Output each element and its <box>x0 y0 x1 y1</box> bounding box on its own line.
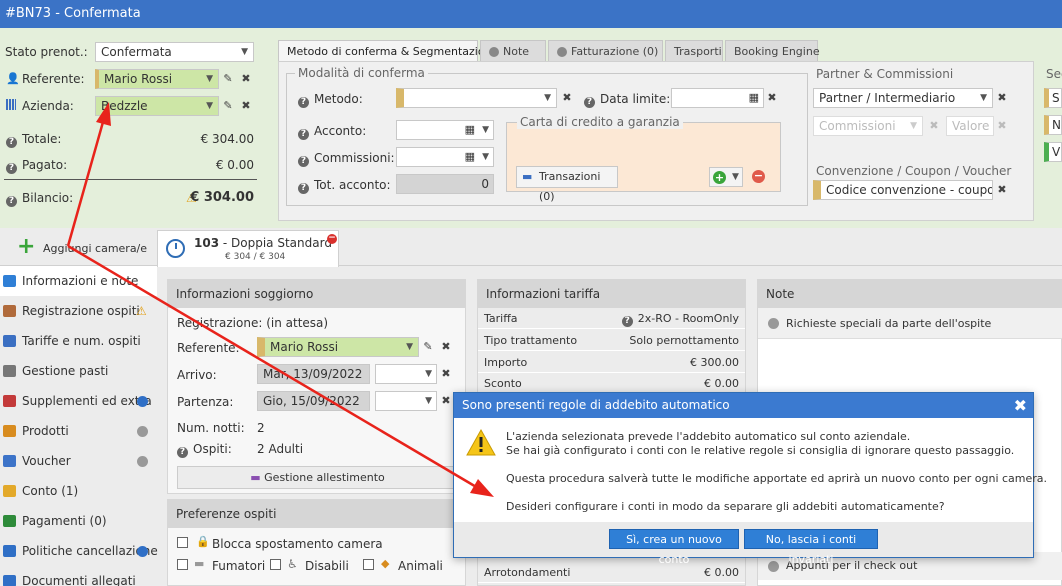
annotation-arrows <box>66 102 494 497</box>
arrowhead <box>470 479 494 497</box>
arrow-to-azienda <box>66 121 105 247</box>
arrow-to-dialog <box>67 244 479 490</box>
arrowhead <box>96 102 111 126</box>
